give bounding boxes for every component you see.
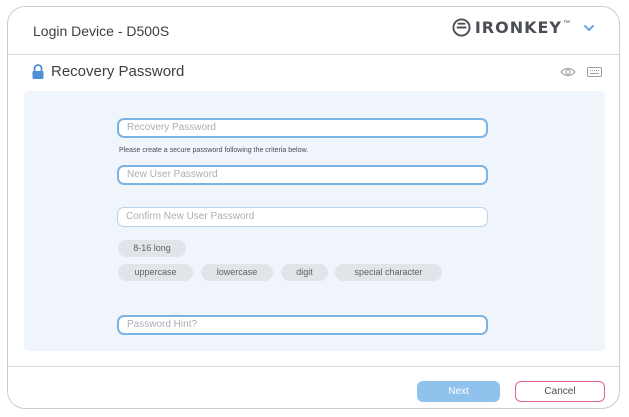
brand: IRONKEY ™ xyxy=(452,18,596,37)
new-password-placeholder: New User Password xyxy=(127,169,218,180)
recovery-password-input[interactable]: Recovery Password xyxy=(117,118,488,138)
recovery-form-panel: Recovery Password Please create a secure… xyxy=(24,91,605,351)
ironkey-logo-icon xyxy=(452,18,471,37)
criteria-chip-length: 8-16 long xyxy=(118,240,186,257)
device-title: Login Device - D500S xyxy=(33,23,170,39)
confirm-password-input[interactable]: Confirm New User Password xyxy=(117,207,488,227)
brand-trademark: ™ xyxy=(563,20,570,27)
eye-icon[interactable] xyxy=(560,66,576,78)
section-header: Recovery Password xyxy=(8,54,619,90)
confirm-password-placeholder: Confirm New User Password xyxy=(126,211,255,222)
footer-divider xyxy=(8,366,619,367)
brand-name: IRONKEY xyxy=(474,18,562,37)
keyboard-icon[interactable] xyxy=(587,67,602,77)
new-password-input[interactable]: New User Password xyxy=(117,165,488,185)
criteria-chip-lowercase: lowercase xyxy=(201,264,273,281)
section-title: Recovery Password xyxy=(51,63,185,80)
lock-icon xyxy=(32,64,44,79)
criteria-chip-special-character: special character xyxy=(335,264,442,281)
next-button[interactable]: Next xyxy=(417,381,500,402)
criteria-chip-uppercase: uppercase xyxy=(118,264,193,281)
chevron-down-icon[interactable] xyxy=(582,21,596,35)
password-hint-input[interactable]: Password Hint? xyxy=(117,315,488,335)
password-hint-placeholder: Password Hint? xyxy=(127,319,198,330)
recovery-password-placeholder: Recovery Password xyxy=(127,122,216,133)
cancel-button[interactable]: Cancel xyxy=(515,381,605,402)
title-bar: Login Device - D500S IRONKEY ™ xyxy=(8,7,619,55)
login-window: Login Device - D500S IRONKEY ™ Recovery … xyxy=(7,6,620,409)
criteria-chip-digit: digit xyxy=(281,264,328,281)
password-helper-text: Please create a secure password followin… xyxy=(119,147,309,154)
